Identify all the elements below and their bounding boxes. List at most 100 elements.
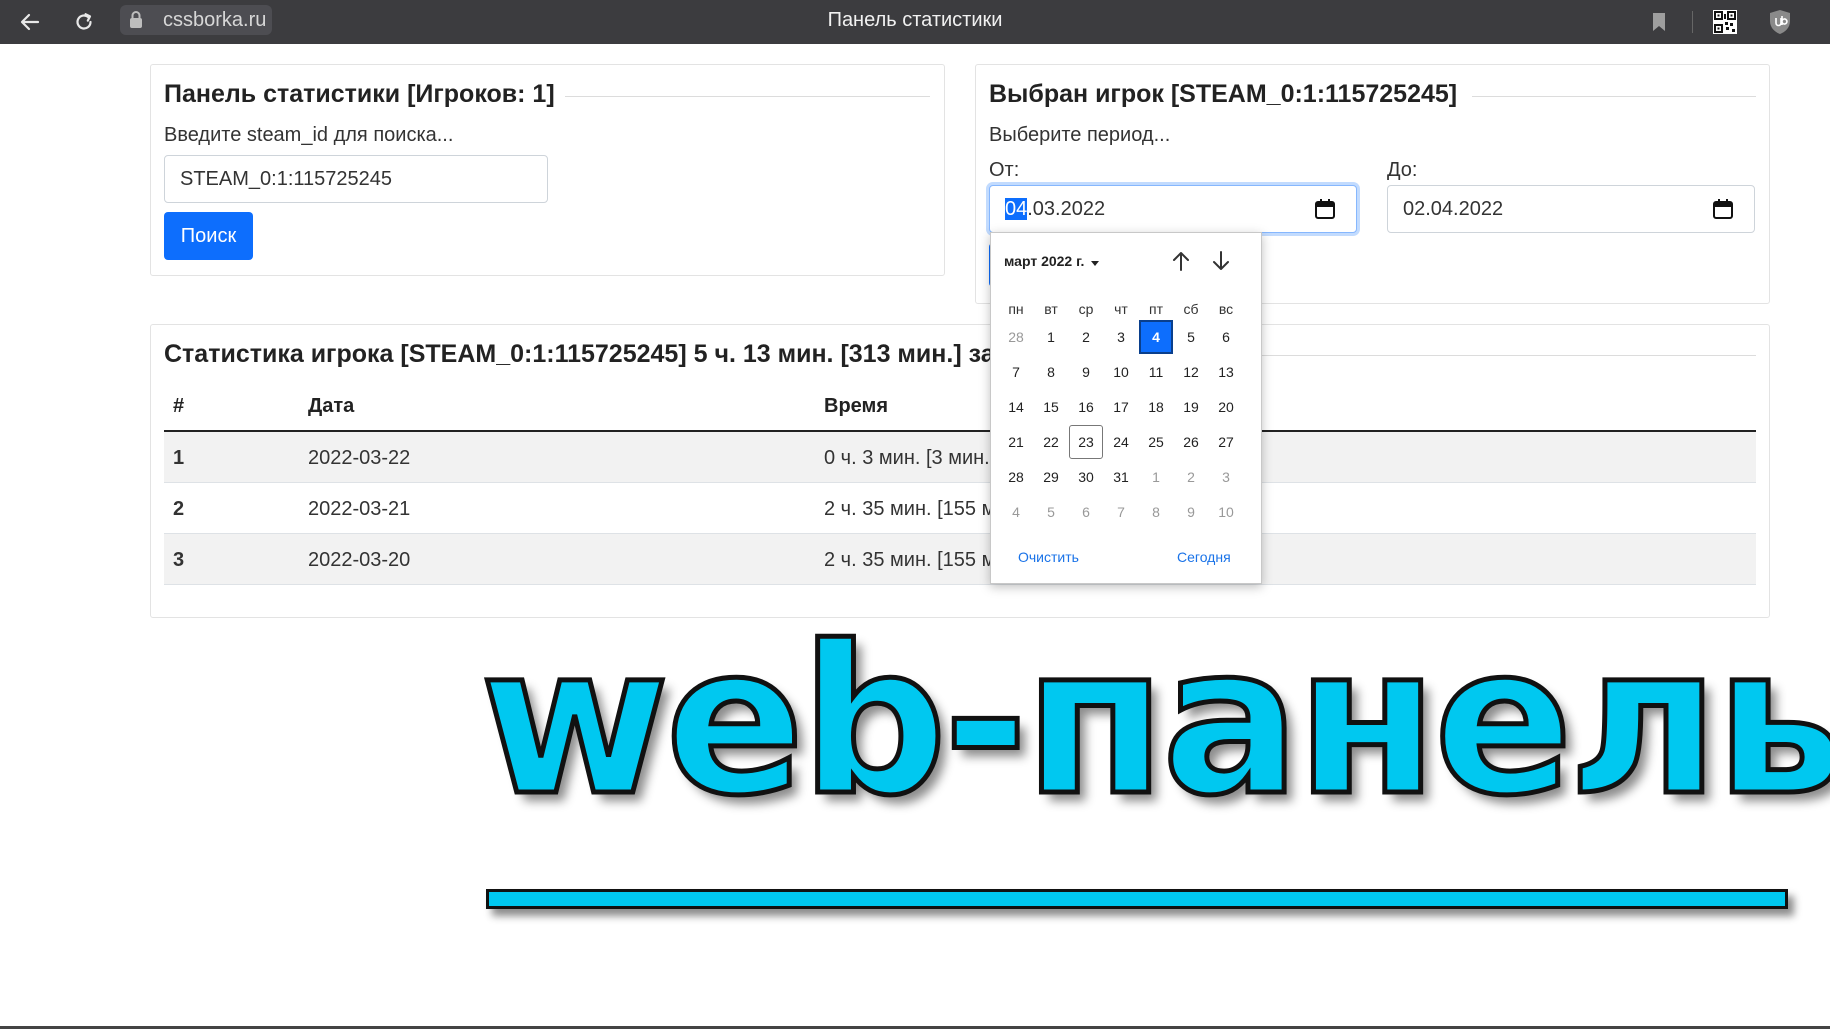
today-date-link[interactable]: Сегодня — [1177, 549, 1231, 565]
search-card-title: Панель статистики [Игроков: 1] — [164, 80, 555, 108]
table-row: 1 2022-03-22 0 ч. 3 мин. [3 мин. — [164, 432, 1756, 483]
calendar-day[interactable]: 12 — [1174, 355, 1208, 389]
row-date: 2022-03-22 — [308, 447, 411, 469]
row-time: 2 ч. 35 мин. [155 м — [824, 498, 996, 520]
calendar-day[interactable]: 21 — [999, 425, 1033, 459]
calendar-day[interactable]: 7 — [999, 355, 1033, 389]
col-header-time: Время — [824, 395, 888, 417]
row-number: 3 — [173, 549, 185, 571]
calendar-day[interactable]: 28 — [999, 320, 1033, 354]
calendar-day[interactable]: 8 — [1034, 355, 1068, 389]
overlay-underline — [486, 889, 1788, 909]
steam-id-search-value: STEAM_0:1:115725245 — [180, 168, 393, 190]
calendar-icon[interactable] — [1712, 198, 1734, 220]
player-card-title: Выбран игрок [STEAM_0:1:115725245] — [989, 80, 1458, 108]
overlay-title: web-панель — [478, 603, 1830, 841]
legend-line — [1472, 96, 1756, 97]
clear-date-link[interactable]: Очистить — [1018, 549, 1079, 565]
weekday-header: чт — [1114, 301, 1128, 317]
calendar-icon[interactable] — [1314, 198, 1336, 220]
calendar-day[interactable]: 19 — [1174, 390, 1208, 424]
date-picker-popup: март 2022 г. пн вт ср чт пт сб вс 28 1 2 3 4 5 6 7 8 9 1… — [990, 232, 1262, 584]
bookmark-icon[interactable] — [1645, 8, 1673, 36]
calendar-day[interactable]: 1 — [1139, 460, 1173, 494]
caret-down-icon — [1090, 254, 1100, 270]
calendar-day[interactable]: 2 — [1174, 460, 1208, 494]
row-number: 2 — [173, 498, 185, 520]
calendar-day[interactable]: 18 — [1139, 390, 1173, 424]
calendar-day[interactable]: 29 — [1034, 460, 1068, 494]
calendar-day[interactable]: 1 — [1034, 320, 1068, 354]
to-date-input[interactable]: 02.04.2022 — [1387, 185, 1755, 233]
calendar-day[interactable]: 22 — [1034, 425, 1068, 459]
calendar-day[interactable]: 24 — [1104, 425, 1138, 459]
to-label: До: — [1387, 159, 1418, 181]
qr-code-icon[interactable] — [1711, 8, 1739, 36]
arrow-down-icon[interactable] — [1209, 249, 1233, 273]
from-date-day-segment[interactable]: 04 — [1005, 198, 1028, 220]
calendar-day[interactable]: 17 — [1104, 390, 1138, 424]
calendar-day[interactable]: 28 — [999, 460, 1033, 494]
weekday-header: сб — [1183, 301, 1199, 317]
legend-line — [1260, 355, 1756, 356]
calendar-day[interactable]: 23 — [1069, 425, 1103, 459]
calendar-day[interactable]: 3 — [1209, 460, 1243, 494]
calendar-day[interactable]: 31 — [1104, 460, 1138, 494]
calendar-day[interactable]: 5 — [1034, 495, 1068, 529]
col-header-date: Дата — [308, 395, 355, 417]
calendar-day[interactable]: 2 — [1069, 320, 1103, 354]
weekday-header: вс — [1218, 301, 1234, 317]
calendar-day[interactable]: 27 — [1209, 425, 1243, 459]
calendar-day[interactable]: 10 — [1104, 355, 1138, 389]
weekday-header: вт — [1044, 301, 1058, 317]
window-title: Панель статистики — [827, 9, 1003, 31]
calendar-day[interactable]: 14 — [999, 390, 1033, 424]
calendar-day[interactable]: 3 — [1104, 320, 1138, 354]
weekday-header: пн — [1008, 301, 1024, 317]
search-prompt: Введите steam_id для поиска... — [164, 124, 454, 146]
browser-toolbar: cssborka.ru Панель статистики — [0, 0, 1830, 44]
row-time: 0 ч. 3 мин. [3 мин. — [824, 447, 990, 469]
period-prompt: Выберите период... — [989, 124, 1171, 146]
search-button[interactable]: Поиск — [164, 212, 253, 260]
row-time: 2 ч. 35 мин. [155 м — [824, 549, 996, 571]
row-number: 1 — [173, 447, 185, 469]
legend-line — [565, 96, 930, 97]
calendar-day[interactable]: 8 — [1139, 495, 1173, 529]
calendar-day[interactable]: 13 — [1209, 355, 1243, 389]
calendar-day[interactable]: 20 — [1209, 390, 1243, 424]
ublock-shield-icon[interactable] — [1766, 8, 1794, 36]
calendar-day[interactable]: 25 — [1139, 425, 1173, 459]
toolbar-separator — [1692, 11, 1693, 33]
table-row: 2 2022-03-21 2 ч. 35 мин. [155 м — [164, 483, 1756, 534]
calendar-day[interactable]: 26 — [1174, 425, 1208, 459]
weekday-header: ср — [1078, 301, 1094, 317]
calendar-day[interactable]: 16 — [1069, 390, 1103, 424]
arrow-up-icon[interactable] — [1169, 249, 1193, 273]
from-date-rest: .03.2022 — [1027, 198, 1106, 220]
calendar-day[interactable]: 5 — [1174, 320, 1208, 354]
row-date: 2022-03-21 — [308, 498, 411, 520]
weekday-header: пт — [1149, 301, 1163, 317]
calendar-day[interactable]: 6 — [1209, 320, 1243, 354]
table-row: 3 2022-03-20 2 ч. 35 мин. [155 м — [164, 534, 1756, 585]
calendar-day[interactable]: 11 — [1139, 355, 1173, 389]
from-label: От: — [989, 159, 1020, 181]
calendar-day[interactable]: 4 — [999, 495, 1033, 529]
calendar-day[interactable]: 10 — [1209, 495, 1243, 529]
month-year-label: март 2022 г. — [1004, 253, 1085, 269]
calendar-day[interactable]: 9 — [1174, 495, 1208, 529]
col-header-number: # — [173, 395, 185, 417]
calendar-day[interactable]: 4 — [1139, 320, 1173, 354]
calendar-day[interactable]: 7 — [1104, 495, 1138, 529]
row-date: 2022-03-20 — [308, 549, 411, 571]
to-date-value: 02.04.2022 — [1403, 198, 1504, 220]
calendar-day[interactable]: 6 — [1069, 495, 1103, 529]
from-date-input[interactable]: 04.03.2022 — [989, 185, 1357, 233]
calendar-day[interactable]: 15 — [1034, 390, 1068, 424]
steam-id-search-input[interactable]: STEAM_0:1:115725245 — [164, 155, 548, 203]
calendar-day[interactable]: 9 — [1069, 355, 1103, 389]
calendar-day[interactable]: 30 — [1069, 460, 1103, 494]
month-year-selector[interactable]: март 2022 г. — [1004, 253, 1100, 270]
stats-title: Статистика игрока [STEAM_0:1:115725245] … — [164, 340, 995, 368]
